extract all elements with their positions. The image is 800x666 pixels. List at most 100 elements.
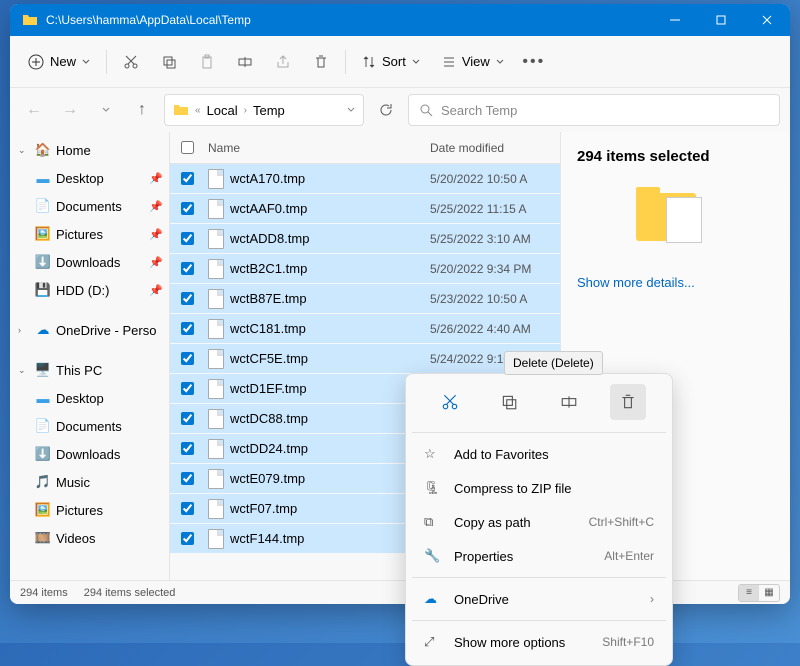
sidebar-item-pc-desktop[interactable]: ▬Desktop — [10, 384, 169, 412]
file-icon — [208, 439, 224, 459]
row-checkbox[interactable] — [181, 442, 194, 455]
ctx-favorites[interactable]: ☆Add to Favorites — [412, 437, 666, 471]
row-checkbox[interactable] — [181, 352, 194, 365]
sidebar-item-hdd[interactable]: 💾HDD (D:)📌 — [10, 276, 169, 304]
chevron-down-icon — [102, 106, 110, 114]
refresh-button[interactable] — [372, 96, 400, 124]
ctx-properties[interactable]: 🔧PropertiesAlt+Enter — [412, 539, 666, 573]
ctx-copypath[interactable]: ⧉Copy as pathCtrl+Shift+C — [412, 505, 666, 539]
file-row[interactable]: wctADD8.tmp5/25/2022 3:10 AM — [170, 224, 560, 254]
file-name: wctB87E.tmp — [230, 291, 307, 306]
sidebar-item-pc-documents[interactable]: 📄Documents — [10, 412, 169, 440]
sidebar-item-downloads[interactable]: ⬇️Downloads📌 — [10, 248, 169, 276]
back-button[interactable]: ← — [20, 96, 48, 124]
ctx-onedrive[interactable]: ☁OneDrive› — [412, 582, 666, 616]
breadcrumb[interactable]: « Local › Temp — [164, 94, 364, 126]
sidebar-item-pc-music[interactable]: 🎵Music — [10, 468, 169, 496]
ctx-rename-button[interactable] — [551, 384, 587, 420]
ctx-copy-button[interactable] — [491, 384, 527, 420]
view-button[interactable]: View — [432, 48, 514, 75]
file-row[interactable]: wctA170.tmp5/20/2022 10:50 A — [170, 164, 560, 194]
copy-icon — [500, 393, 518, 411]
sidebar-item-pc-downloads[interactable]: ⬇️Downloads — [10, 440, 169, 468]
up-button[interactable]: ↑ — [128, 96, 156, 124]
row-checkbox[interactable] — [181, 172, 194, 185]
sidebar-item-home[interactable]: ⌄🏠Home — [10, 136, 169, 164]
navbar: ← → ↑ « Local › Temp Search Temp — [10, 88, 790, 132]
toolbar: New Sort View ••• — [10, 36, 790, 88]
file-icon — [208, 199, 224, 219]
maximize-button[interactable] — [698, 4, 744, 36]
file-name: wctCF5E.tmp — [230, 351, 308, 366]
document-icon: 📄 — [34, 197, 52, 215]
search-input[interactable]: Search Temp — [408, 94, 780, 126]
statusbar: 294 items 294 items selected ≡ ▦ — [10, 580, 790, 604]
rename-icon — [560, 393, 578, 411]
thumbnails-view-icon[interactable]: ▦ — [759, 585, 779, 601]
file-row[interactable]: wctB87E.tmp5/23/2022 10:50 A — [170, 284, 560, 314]
cut-button[interactable] — [113, 44, 149, 80]
rename-button[interactable] — [227, 44, 263, 80]
chevron-down-icon[interactable] — [347, 106, 355, 114]
sidebar-item-documents[interactable]: 📄Documents📌 — [10, 192, 169, 220]
ctx-more[interactable]: ⤢Show more optionsShift+F10 — [412, 625, 666, 659]
sort-button[interactable]: Sort — [352, 48, 430, 75]
row-checkbox[interactable] — [181, 262, 194, 275]
delete-tooltip: Delete (Delete) — [504, 351, 603, 375]
row-checkbox[interactable] — [181, 292, 194, 305]
row-checkbox[interactable] — [181, 502, 194, 515]
ctx-zip[interactable]: 🗜Compress to ZIP file — [412, 471, 666, 505]
more-button[interactable]: ••• — [516, 44, 552, 80]
breadcrumb-segment[interactable]: Temp — [253, 103, 285, 118]
ctx-cut-button[interactable] — [432, 384, 468, 420]
document-icon: 📄 — [34, 417, 52, 435]
breadcrumb-segment[interactable]: Local — [207, 103, 238, 118]
desktop-icon: ▬ — [34, 169, 52, 187]
file-row[interactable]: wctAAF0.tmp5/25/2022 11:15 A — [170, 194, 560, 224]
share-button[interactable] — [265, 44, 301, 80]
row-checkbox[interactable] — [181, 532, 194, 545]
column-headers: Name Date modified — [170, 132, 560, 164]
sidebar-item-pc-videos[interactable]: 🎞️Videos — [10, 524, 169, 552]
paste-button[interactable] — [189, 44, 225, 80]
row-checkbox[interactable] — [181, 472, 194, 485]
file-row[interactable]: wctCF5E.tmp5/24/2022 9:10 — [170, 344, 560, 374]
row-checkbox[interactable] — [181, 202, 194, 215]
sort-icon — [362, 55, 376, 69]
copy-button[interactable] — [151, 44, 187, 80]
details-view-icon[interactable]: ≡ — [739, 585, 759, 601]
titlebar[interactable]: C:\Users\hamma\AppData\Local\Temp — [10, 4, 790, 36]
sidebar-item-pc-pictures[interactable]: 🖼️Pictures — [10, 496, 169, 524]
row-checkbox[interactable] — [181, 382, 194, 395]
file-name: wctDD24.tmp — [230, 441, 308, 456]
show-more-link[interactable]: Show more details... — [577, 275, 774, 290]
close-button[interactable] — [744, 4, 790, 36]
recent-button[interactable] — [92, 96, 120, 124]
delete-button[interactable] — [303, 44, 339, 80]
file-name: wctE079.tmp — [230, 471, 305, 486]
sidebar-item-thispc[interactable]: ⌄🖥️This PC — [10, 356, 169, 384]
file-date: 5/25/2022 11:15 A — [430, 202, 560, 216]
view-toggle[interactable]: ≡ ▦ — [738, 584, 780, 602]
file-row[interactable]: wctC181.tmp5/26/2022 4:40 AM — [170, 314, 560, 344]
row-checkbox[interactable] — [181, 412, 194, 425]
sidebar-item-desktop[interactable]: ▬Desktop📌 — [10, 164, 169, 192]
column-name[interactable]: Name — [204, 141, 430, 155]
file-icon — [208, 289, 224, 309]
sidebar-item-onedrive[interactable]: ›☁OneDrive - Perso — [10, 316, 169, 344]
row-checkbox[interactable] — [181, 322, 194, 335]
select-all-checkbox[interactable] — [170, 141, 204, 154]
desktop-icon: ▬ — [34, 389, 52, 407]
sidebar-item-pictures[interactable]: 🖼️Pictures📌 — [10, 220, 169, 248]
minimize-button[interactable] — [652, 4, 698, 36]
forward-button[interactable]: → — [56, 96, 84, 124]
ctx-delete-button[interactable] — [610, 384, 646, 420]
row-checkbox[interactable] — [181, 232, 194, 245]
downloads-icon: ⬇️ — [34, 253, 52, 271]
star-icon: ☆ — [424, 446, 442, 462]
file-row[interactable]: wctB2C1.tmp5/20/2022 9:34 PM — [170, 254, 560, 284]
pin-icon: 📌 — [149, 228, 163, 241]
plus-circle-icon — [28, 54, 44, 70]
new-button[interactable]: New — [18, 48, 100, 76]
column-date[interactable]: Date modified — [430, 141, 560, 155]
